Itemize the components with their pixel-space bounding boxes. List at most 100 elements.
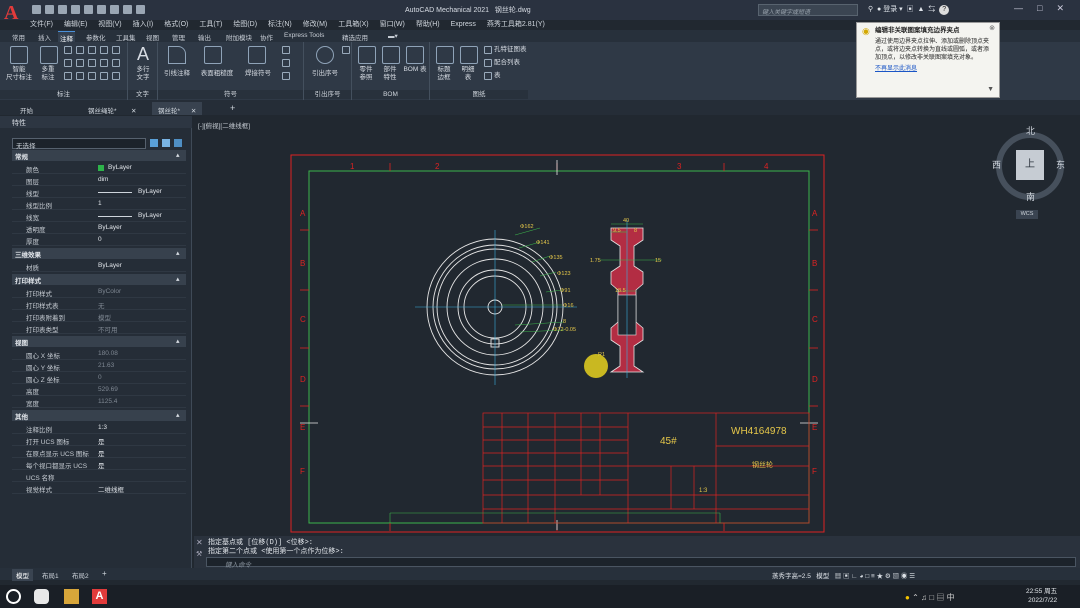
close-icon[interactable]: ✕ [1056,3,1064,13]
edge-symbol-icon[interactable] [282,72,290,80]
compass-south[interactable]: 南 [1026,190,1035,203]
property-row[interactable]: 在原点显示 UCS 图标 是 [12,447,186,458]
hole-chart-button[interactable]: 孔特征图表 [494,46,527,54]
lineweight-icon[interactable]: ≡ [871,573,875,580]
restore-icon[interactable]: □ [1037,3,1042,13]
property-row[interactable]: 圆心 Y 坐标 21.63 [12,361,186,372]
menu-item[interactable]: 视图(V) [98,21,121,28]
property-value[interactable]: ByLayer [138,188,162,195]
menu-item[interactable]: 插入(I) [133,21,154,28]
tray-network-icon[interactable]: ▤ [936,593,944,602]
fits-list-icon[interactable] [484,59,492,67]
property-row[interactable]: 圆心 X 坐标 180.08 [12,349,186,360]
edit-dim-icon[interactable] [112,72,120,80]
surface-texture-icon[interactable] [204,46,222,64]
property-value[interactable]: dim [98,176,108,183]
menu-item[interactable]: 工具箱(X) [338,21,368,28]
property-value[interactable]: ByColor [98,288,121,295]
property-row[interactable]: 厚度 0 [12,235,186,246]
tab-start[interactable]: 开始 [14,102,39,115]
plot-icon[interactable] [97,5,106,14]
radius-dim-icon[interactable] [112,46,120,54]
property-row[interactable]: 线型比例 1 [12,199,186,210]
snap-icon[interactable]: ▣ [843,573,850,580]
ortho-icon[interactable]: ∟ [851,573,857,580]
part-ref-icon[interactable] [358,46,376,64]
leader-note-icon[interactable] [168,46,186,64]
baseline-dim-icon[interactable] [100,59,108,67]
feature-control-icon[interactable] [282,59,290,67]
balloon-align-icon[interactable] [342,46,350,54]
section-view[interactable]: 视图 [12,336,186,347]
units-icon[interactable]: ▧ [893,573,900,580]
close-icon[interactable]: ✕ [131,108,136,115]
selection-dropdown[interactable]: 无选择 [12,138,146,150]
property-row[interactable]: UCS 名称 [12,471,186,482]
property-value[interactable]: 180.08 [98,350,118,357]
tab-doc-2[interactable]: 钢丝轮* ✕ [152,102,203,115]
property-row[interactable]: 宽度 1125.4 [12,397,186,408]
section-misc[interactable]: 其他 [12,410,186,421]
break-dim-icon[interactable] [88,72,96,80]
tray-chevron-icon[interactable]: ⌃ [912,593,919,602]
menu-item[interactable]: 帮助(H) [416,21,440,28]
search-icon[interactable]: ⚲ [868,6,873,13]
property-value[interactable]: ByLayer [98,262,122,269]
property-row[interactable]: 注释比例 1:3 [12,423,186,434]
collapse-icon[interactable]: ▴ [176,249,187,257]
app-launcher-icon[interactable] [34,589,49,604]
close-icon[interactable]: ✕ [191,108,196,115]
viewcube[interactable]: 上 北 南 东 西 WCS [992,124,1066,224]
search-input[interactable]: 键入关键字或短语 [758,4,858,16]
compass-west[interactable]: 西 [992,158,1001,171]
weld-symbol-button[interactable]: 焊接符号 [238,70,278,78]
connect-icon[interactable]: ⇆ [928,6,935,13]
ribbon-tab[interactable]: 工具集 [114,31,138,42]
account-area[interactable]: ⚲ ● 登录 ▾ ▣ ▲ ⇆ ? [868,4,950,15]
help-icon[interactable]: ? [939,5,950,15]
tray-volume-icon[interactable]: ♫ [921,593,927,602]
section-threed[interactable]: 三维效果 [12,248,186,259]
tray-ime-icon[interactable]: 中 [947,593,955,602]
smart-dim-button[interactable]: 智能 尺寸标注 [2,66,36,82]
new-tab-icon[interactable]: + [224,102,241,115]
ribbon-tab[interactable]: 视图 [144,31,161,42]
share-icon[interactable] [136,5,145,14]
mtext-button[interactable]: 多行 文字 [130,66,156,82]
tolerance-icon[interactable] [64,72,72,80]
property-row[interactable]: 线型 ByLayer [12,187,186,198]
tab-layout2[interactable]: 布局2 [68,569,93,581]
collapse-icon[interactable]: ▴ [176,275,187,283]
workspace-icon[interactable]: ⚙ [885,573,891,580]
property-row[interactable]: 打印表类型 不可用 [12,323,186,334]
property-row[interactable]: 图层 dim [12,175,186,186]
property-row[interactable]: 线宽 ByLayer [12,211,186,222]
ordinate-dim-icon[interactable] [88,59,96,67]
property-value[interactable]: ByLayer [98,224,122,231]
ribbon-tab[interactable]: 协作 [258,31,275,42]
arc-dim-icon[interactable] [100,46,108,54]
property-value[interactable]: 529.69 [98,386,118,393]
property-row[interactable]: 打开 UCS 图标 是 [12,435,186,446]
close-icon[interactable]: ✕ [196,538,203,547]
property-row[interactable]: 打印样式 ByColor [12,287,186,298]
property-row[interactable]: 打印表附着到 模型 [12,311,186,322]
print-icon[interactable] [84,5,93,14]
tab-doc-1[interactable]: 钢丝绳轮* ✕ [82,102,142,115]
cart-icon[interactable]: ▣ [907,6,914,13]
autocad-taskbar-icon[interactable]: A [92,589,107,604]
multi-dim-button[interactable]: 多重 标注 [34,66,62,82]
compass-east[interactable]: 东 [1056,158,1065,171]
menu-item[interactable]: Express [451,21,476,28]
undo-icon[interactable] [110,5,119,14]
annotation-icon[interactable]: ★ [877,573,884,580]
section-general[interactable]: 常规 [12,150,186,161]
quick-select-icon[interactable] [174,139,182,147]
section-print[interactable]: 打印样式 [12,274,186,285]
wrench-icon[interactable]: ⚒ [196,550,202,558]
property-row[interactable]: 打印样式表 无 [12,299,186,310]
menu-item[interactable]: 燕秀工具箱2.81(Y) [487,21,545,28]
balloon-icon[interactable] [316,46,334,64]
model-space-toggle[interactable]: 模型 [816,573,829,580]
file-explorer-icon[interactable] [64,589,79,604]
